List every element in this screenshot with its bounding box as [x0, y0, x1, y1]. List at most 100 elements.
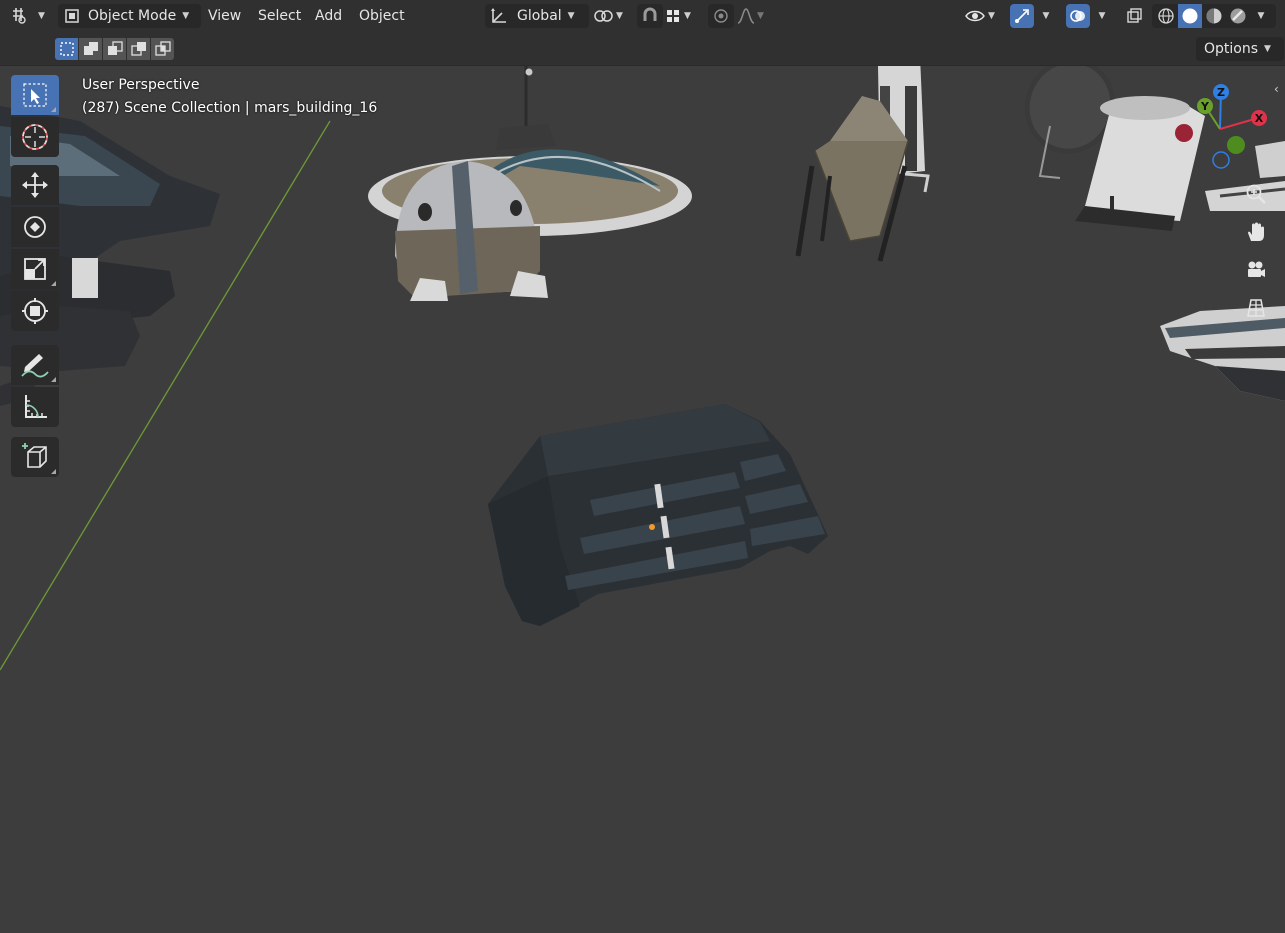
falloff-dropdown[interactable]: ▼: [736, 4, 772, 28]
menu-view[interactable]: View: [202, 4, 247, 28]
proportional-editing-icon: [714, 9, 728, 23]
annotate-icon: [21, 354, 49, 378]
camera-view-icon: [1248, 261, 1265, 277]
wireframe-shading-icon: [1158, 8, 1174, 24]
object-origin-dot: [649, 524, 655, 530]
transform-tool[interactable]: [11, 291, 59, 331]
gizmo-toggle[interactable]: [1010, 4, 1034, 28]
chevron-down-icon: ▼: [567, 11, 575, 21]
chevron-down-icon: ▼: [1098, 11, 1106, 21]
options-label: Options: [1204, 41, 1259, 57]
transform-orientation-label: Global: [517, 8, 562, 24]
3d-viewport[interactable]: User Perspective (287) Scene Collection …: [0, 66, 1285, 933]
y-axis-label: Y: [1200, 100, 1210, 113]
pivot-point-dropdown[interactable]: ▼: [592, 4, 628, 28]
collection-label: (287) Scene Collection | mars_building_1…: [82, 100, 378, 116]
object-mode-icon: [65, 9, 79, 23]
silo-tower-model: [795, 66, 930, 262]
object-visibility-dropdown[interactable]: ▼: [964, 4, 1004, 28]
chevron-down-icon: ▼: [38, 11, 45, 21]
measure-tool[interactable]: [11, 387, 59, 427]
chevron-down-icon: ▼: [616, 11, 623, 21]
select-extend-button[interactable]: [79, 38, 102, 60]
menu-select[interactable]: Select: [252, 4, 307, 28]
options-dropdown[interactable]: Options ▼: [1196, 37, 1284, 61]
solid-shading-button[interactable]: [1178, 4, 1202, 28]
rendered-shading-button[interactable]: [1226, 4, 1250, 28]
select-new-button[interactable]: [55, 38, 78, 60]
select-box-tool[interactable]: [11, 75, 59, 115]
chevron-down-icon: ▼: [988, 11, 995, 21]
xray-toggle[interactable]: [1122, 4, 1146, 28]
mode-label: Object Mode: [88, 8, 177, 24]
rotate-icon: [24, 216, 46, 238]
snap-target-dropdown[interactable]: ▼: [664, 4, 702, 28]
gizmo-dropdown[interactable]: ▼: [1036, 4, 1056, 28]
proportional-editing-toggle[interactable]: [708, 4, 734, 28]
menu-object[interactable]: Object: [353, 4, 411, 28]
select-intersect-icon: [154, 41, 171, 56]
snap-magnet-icon: [643, 7, 657, 21]
measure-icon: [25, 395, 47, 418]
select-mode-group: [55, 38, 175, 60]
chevron-down-icon: ▼: [1264, 44, 1271, 54]
wireframe-shading-button[interactable]: [1154, 4, 1178, 28]
select-intersect-button[interactable]: [151, 38, 174, 60]
chevron-down-icon: ▼: [1257, 11, 1265, 21]
overlay-toggle[interactable]: [1066, 4, 1090, 28]
editor-type-button[interactable]: ▼: [10, 4, 50, 28]
perspective-label: User Perspective: [82, 77, 200, 93]
orthographic-toggle-button[interactable]: [1239, 291, 1273, 325]
annotate-tool[interactable]: [11, 345, 59, 385]
overlay-dropdown[interactable]: ▼: [1092, 4, 1112, 28]
move-tool[interactable]: [11, 165, 59, 205]
add-cube-tool[interactable]: [11, 437, 59, 477]
orthographic-grid-icon: [1247, 299, 1265, 317]
material-preview-icon: [1206, 8, 1222, 24]
dome-building-model: [368, 66, 692, 301]
move-icon: [22, 172, 48, 198]
object-visibility-icon: [965, 10, 985, 22]
gizmo-toggle-icon: [1015, 9, 1029, 23]
transform-orientation-icon: [491, 8, 506, 23]
navigation-gizmo[interactable]: Z Y X: [1175, 84, 1275, 184]
snap-toggle[interactable]: [637, 4, 663, 28]
select-invert-button[interactable]: [127, 38, 150, 60]
xray-toggle-icon: [1127, 8, 1142, 23]
chevron-down-icon: ▼: [684, 11, 691, 21]
x-axis-label: X: [1255, 112, 1264, 125]
solid-shading-icon: [1182, 8, 1198, 24]
neg-y-axis-handle[interactable]: [1227, 136, 1245, 154]
select-extend-icon: [83, 42, 98, 55]
pan-hand-icon: [1248, 222, 1264, 241]
cursor-icon: [22, 124, 48, 150]
falloff-curve-icon: [737, 8, 755, 24]
camera-view-button[interactable]: [1239, 253, 1273, 287]
mode-dropdown[interactable]: Object Mode ▼: [58, 4, 201, 28]
select-new-icon: [59, 42, 74, 56]
add-cube-icon: [22, 443, 47, 468]
chevron-down-icon: ▼: [1042, 11, 1050, 21]
select-invert-icon: [130, 42, 146, 56]
menu-add[interactable]: Add: [309, 4, 348, 28]
chevron-down-icon: ▼: [182, 11, 190, 21]
pivot-point-icon: [594, 10, 613, 22]
z-axis-label: Z: [1217, 86, 1225, 99]
neg-z-axis-handle[interactable]: [1212, 151, 1230, 169]
select-subtract-button[interactable]: [103, 38, 126, 60]
shading-group: ▼: [1152, 4, 1276, 28]
rotate-tool[interactable]: [11, 207, 59, 247]
mars-building-16-model: [488, 404, 828, 626]
transform-orientation-dropdown[interactable]: Global ▼: [485, 4, 589, 28]
scale-tool[interactable]: [11, 249, 59, 289]
pan-button[interactable]: [1239, 215, 1273, 249]
material-preview-button[interactable]: [1202, 4, 1226, 28]
zoom-button[interactable]: [1239, 177, 1273, 211]
neg-x-axis-handle[interactable]: [1175, 124, 1193, 142]
cursor-tool[interactable]: [11, 117, 59, 157]
sidebar-expand-arrow[interactable]: ‹: [1274, 82, 1279, 96]
editor-type-icon: [13, 8, 26, 24]
shading-dropdown[interactable]: ▼: [1250, 4, 1272, 28]
transform-icon: [22, 298, 48, 324]
scale-icon: [24, 258, 46, 280]
